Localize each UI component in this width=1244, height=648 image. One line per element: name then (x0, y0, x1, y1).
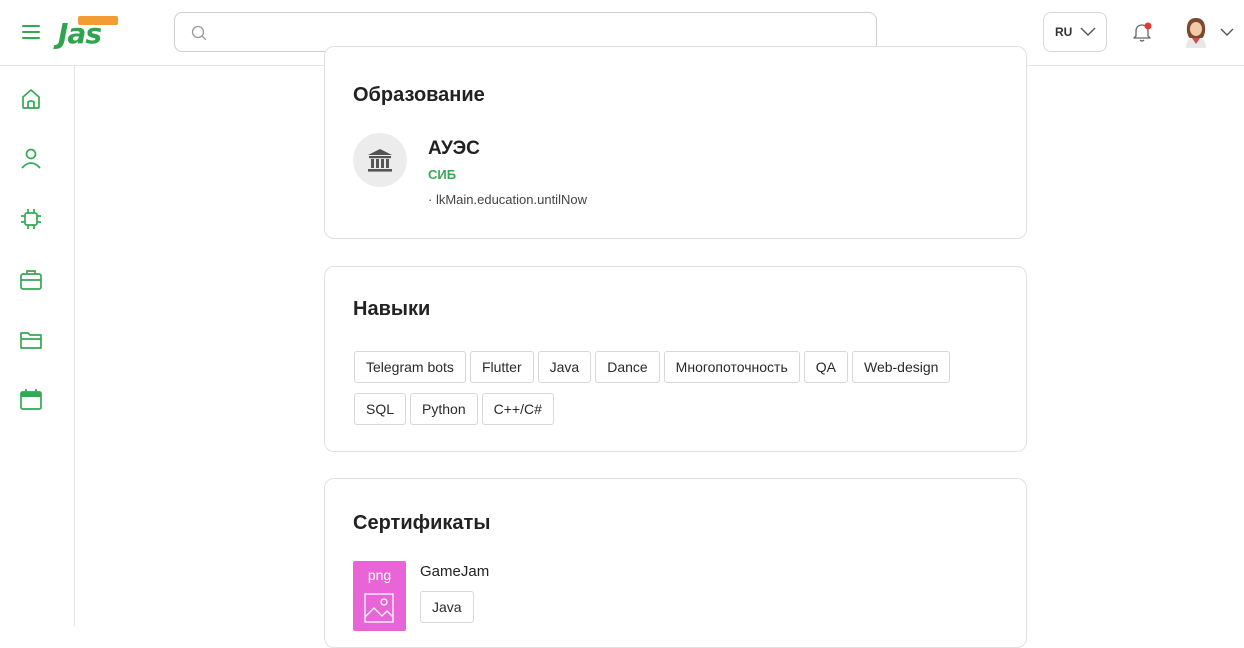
chip-icon (21, 209, 41, 229)
skill-tag[interactable]: QA (803, 351, 848, 383)
skill-tag[interactable]: Python (410, 393, 478, 425)
calendar-icon (20, 389, 42, 410)
skills-list: Telegram bots Flutter Java Dance Многопо… (354, 351, 994, 425)
skill-tag[interactable]: Java (537, 351, 592, 383)
skills-title: Навыки (353, 298, 431, 320)
logo[interactable]: Jas (58, 14, 122, 50)
logo-text: Jas (58, 17, 102, 50)
skill-tag[interactable]: Многопоточность (663, 351, 800, 383)
notification-dot-icon (1144, 22, 1152, 30)
bank-icon (368, 149, 392, 172)
file-extension-label: png (367, 567, 392, 583)
notifications-button[interactable] (1130, 20, 1154, 44)
home-icon (22, 89, 40, 109)
study-period: · lkMain.education.untilNow (428, 192, 587, 207)
certificate-thumbnail[interactable]: png (353, 561, 406, 631)
image-icon (364, 593, 394, 623)
skill-tag[interactable]: Dance (595, 351, 660, 383)
language-label: RU (1055, 25, 1073, 39)
education-title: Образование (353, 84, 485, 106)
skill-tag[interactable]: SQL (354, 393, 407, 425)
sidebar-item-files[interactable] (18, 327, 44, 353)
folder-icon (20, 332, 42, 349)
sidebar-item-home[interactable] (18, 86, 44, 112)
briefcase-icon (20, 270, 42, 290)
institution-name: АУЭС (428, 138, 480, 159)
sidebar-item-profile[interactable] (18, 146, 44, 172)
skill-tag[interactable]: Flutter (469, 351, 534, 383)
certificates-card: Сертификаты png GameJam Java (324, 478, 1027, 648)
certificates-title: Сертификаты (353, 512, 491, 534)
sidebar (0, 66, 75, 626)
certificate-name: GameJam (420, 563, 490, 580)
skills-card: Навыки Telegram bots Flutter Java Dance … (324, 266, 1027, 452)
avatar (1186, 18, 1206, 48)
chevron-down-icon (1220, 28, 1234, 36)
sidebar-item-jobs[interactable] (18, 267, 44, 293)
hamburger-menu-icon[interactable] (22, 24, 40, 40)
skill-tag[interactable]: Telegram bots (354, 351, 466, 383)
user-icon (21, 148, 41, 169)
skill-tag[interactable]: C++/C# (481, 393, 554, 425)
specialty-label: СИБ (428, 167, 457, 182)
sidebar-item-chip[interactable] (18, 206, 44, 232)
certificate-skill-tag[interactable]: Java (420, 591, 474, 623)
institution-avatar (353, 133, 407, 187)
search-input[interactable] (219, 21, 859, 43)
profile-menu[interactable] (1178, 14, 1236, 50)
language-select[interactable]: RU (1043, 12, 1107, 52)
search-icon (191, 25, 207, 41)
sidebar-item-calendar[interactable] (18, 387, 44, 413)
chevron-down-icon (1080, 27, 1096, 36)
skill-tag[interactable]: Web-design (851, 351, 951, 383)
education-card: Образование АУЭС СИБ · lkMain.education.… (324, 46, 1027, 239)
